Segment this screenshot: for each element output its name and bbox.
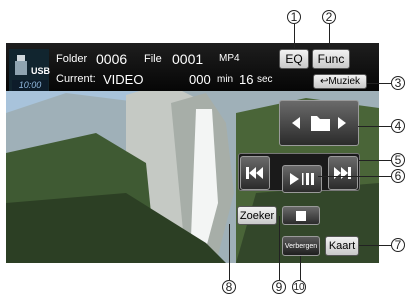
play-pause-icon — [290, 173, 314, 185]
stop-button[interactable] — [282, 206, 320, 225]
callout-line-1 — [294, 24, 295, 48]
zoeker-button[interactable]: Zoeker — [237, 206, 277, 225]
callout-line-6 — [318, 176, 391, 177]
callout-line-4 — [358, 126, 391, 127]
folder-nav-panel — [279, 100, 359, 146]
callout-line-10 — [300, 256, 301, 280]
callout-6: 6 — [391, 169, 405, 183]
callout-3: 3 — [391, 76, 405, 90]
callout-line-7 — [359, 245, 391, 246]
play-pause-button[interactable] — [282, 165, 322, 193]
callout-line-5 — [358, 160, 391, 161]
time-min-unit: min — [217, 74, 234, 85]
stop-icon — [296, 210, 306, 221]
folder-nav-icons — [292, 116, 346, 131]
folder-next-icon — [338, 117, 346, 129]
callout-4: 4 — [391, 119, 405, 133]
muziek-button[interactable]: ↩Muziek — [313, 74, 367, 89]
file-value: 0001 — [172, 51, 204, 67]
callout-line-2 — [329, 24, 330, 48]
time-min-value: 000 — [189, 72, 211, 87]
folder-value: 0006 — [96, 51, 128, 67]
eq-button[interactable]: EQ — [279, 49, 309, 69]
callout-1: 1 — [287, 10, 301, 24]
callout-line-9 — [279, 216, 280, 280]
kaart-button[interactable]: Kaart — [325, 236, 359, 256]
callout-7: 7 — [391, 238, 405, 252]
folder-icon — [311, 116, 330, 131]
usb-label: USB — [31, 66, 51, 76]
file-format: MP4 — [219, 53, 240, 64]
folder-prev-icon — [292, 117, 300, 129]
skip-back-icon — [246, 167, 263, 179]
time-sec-unit: sec — [257, 74, 273, 85]
current-label: Current: — [56, 73, 96, 85]
prev-track-button[interactable] — [240, 156, 270, 190]
verbergen-button[interactable]: Verbergen — [282, 236, 320, 256]
callout-2: 2 — [322, 10, 336, 24]
callout-8: 8 — [222, 280, 236, 294]
func-button[interactable]: Func — [312, 49, 350, 69]
callout-line-3 — [367, 83, 391, 84]
next-track-button[interactable] — [328, 156, 358, 190]
usb-stick-icon — [15, 55, 27, 75]
clock: 10:00 — [12, 80, 48, 91]
folder-label: Folder — [56, 53, 88, 65]
callout-10: 10 — [292, 280, 306, 294]
file-label: File — [144, 53, 162, 65]
skip-forward-icon — [334, 167, 351, 179]
callout-line-8 — [229, 224, 230, 280]
current-value: VIDEO — [103, 72, 144, 87]
callout-9: 9 — [272, 280, 286, 294]
time-sec-value: 16 — [239, 72, 254, 87]
callout-5: 5 — [391, 153, 405, 167]
